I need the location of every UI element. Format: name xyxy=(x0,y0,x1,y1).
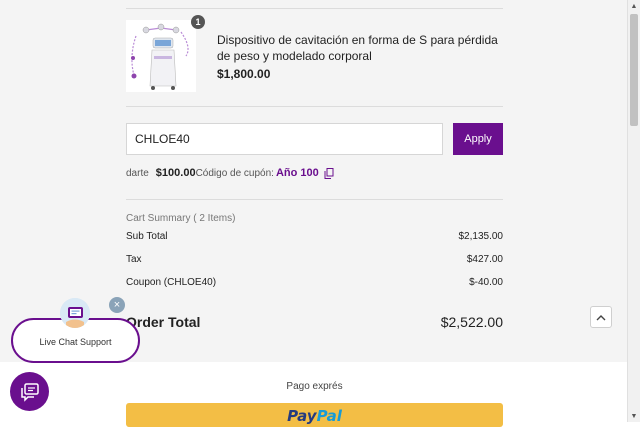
scroll-up-arrow[interactable]: ▲ xyxy=(628,0,640,12)
cavitation-machine-image xyxy=(126,20,196,92)
paypal-button[interactable]: PayPal xyxy=(126,403,503,427)
divider-summary xyxy=(126,199,503,200)
page-scrollbar[interactable]: ▲ ▼ xyxy=(627,0,640,422)
chat-launcher-button[interactable] xyxy=(10,372,49,411)
coupon-savings-line: darte $100.00 Código de cupón: Año 100 xyxy=(126,167,334,179)
paypal-logo: PayPal xyxy=(287,407,342,425)
quantity-badge: 1 xyxy=(191,15,205,29)
order-total-label: Order Total xyxy=(126,314,201,330)
order-total-row: Order Total $2,522.00 xyxy=(126,314,503,330)
cart-summary-title: Cart Summary ( 2 Items) xyxy=(126,213,236,224)
copy-icon[interactable] xyxy=(324,167,334,179)
summary-row-coupon: Coupon (CHLOE40) $-40.00 xyxy=(126,277,503,288)
coupon-code-label: Código de cupón: xyxy=(195,167,274,179)
summary-label: Coupon (CHLOE40) xyxy=(126,277,217,288)
product-price: $1,800.00 xyxy=(217,67,271,81)
summary-value: $427.00 xyxy=(466,254,503,265)
savings-prefix: darte xyxy=(126,167,149,179)
summary-value: $-40.00 xyxy=(469,277,503,288)
coupon-input[interactable] xyxy=(126,123,443,155)
divider-top xyxy=(126,8,503,9)
apply-coupon-button[interactable]: Apply xyxy=(453,123,503,155)
coupon-code-value: Año 100 xyxy=(275,167,319,179)
product-image[interactable] xyxy=(126,20,196,92)
scroll-thumb[interactable] xyxy=(630,14,638,126)
order-total-value: $2,522.00 xyxy=(440,314,503,330)
divider-product xyxy=(126,106,503,107)
summary-row-tax: Tax $427.00 xyxy=(126,254,503,265)
savings-amount: $100.00 xyxy=(155,167,196,179)
summary-row-subtotal: Sub Total $2,135.00 xyxy=(126,231,503,242)
chat-icon xyxy=(20,382,39,402)
summary-value: $2,135.00 xyxy=(458,231,504,242)
chat-agent-avatar xyxy=(60,298,90,328)
chevron-up-icon xyxy=(596,314,606,320)
back-to-top-button[interactable] xyxy=(590,306,612,328)
scroll-down-arrow[interactable]: ▼ xyxy=(628,410,640,422)
product-name[interactable]: Dispositivo de cavitación en forma de S … xyxy=(217,32,507,64)
summary-label: Sub Total xyxy=(126,231,168,242)
summary-label: Tax xyxy=(126,254,142,265)
express-checkout-label: Pago exprés xyxy=(286,381,343,392)
chat-close-button[interactable]: × xyxy=(109,297,125,313)
